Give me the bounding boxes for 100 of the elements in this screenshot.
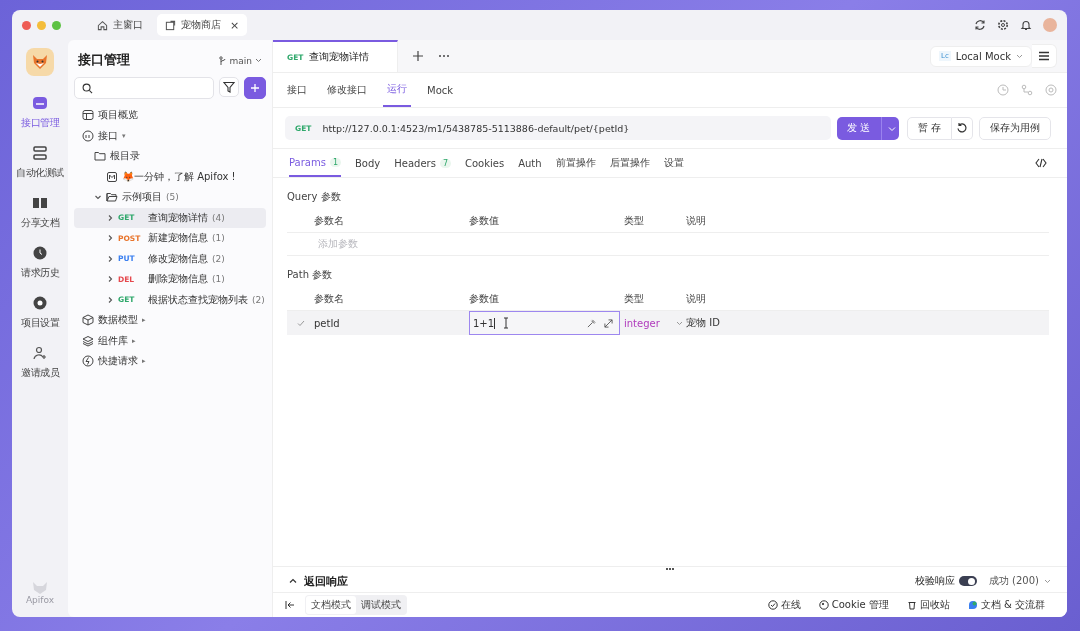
home-icon: [97, 19, 108, 31]
tree-item[interactable]: 示例项目 (5): [74, 187, 266, 208]
tab[interactable]: Mock: [423, 73, 458, 107]
column-header: 说明: [686, 214, 707, 228]
add-button[interactable]: [244, 77, 266, 99]
menu-icon: [1038, 51, 1050, 61]
table-cell-text: petId: [314, 317, 341, 329]
text-cursor-icon: [503, 317, 510, 329]
type-selector[interactable]: integer: [624, 317, 686, 329]
tree-item[interactable]: 项目概览: [74, 105, 266, 126]
search-icon: [82, 82, 93, 94]
status-link[interactable]: 回收站: [906, 598, 950, 612]
chevron-icon[interactable]: [106, 254, 114, 263]
tree-item[interactable]: 根目录: [74, 146, 266, 167]
tab[interactable]: Params 1: [289, 149, 341, 177]
filter-button[interactable]: [219, 77, 239, 97]
table-cell-text: 宠物 ID: [686, 316, 721, 330]
settings-icon: [32, 295, 48, 311]
plus-icon[interactable]: [412, 50, 425, 62]
cookie-icon: [818, 600, 829, 610]
settings-icon[interactable]: [997, 19, 1009, 31]
reset-button[interactable]: [952, 116, 973, 140]
tab[interactable]: Body: [355, 149, 381, 177]
chevron-icon[interactable]: [106, 275, 114, 284]
status-link[interactable]: 在线: [767, 598, 801, 612]
plus-icon: [250, 83, 260, 93]
chevron-icon[interactable]: [106, 234, 114, 243]
status-link[interactable]: Cookie 管理: [818, 598, 889, 612]
send-button[interactable]: 发 送: [836, 116, 881, 140]
rail-item[interactable]: 项目设置: [21, 295, 59, 330]
add-user-icon: [32, 345, 48, 361]
check-circle-icon: [767, 600, 778, 610]
chat-icon: [967, 600, 978, 610]
stack-icon: [32, 145, 48, 161]
column-header: 说明: [686, 292, 707, 306]
status-selector[interactable]: 成功 (200): [988, 574, 1051, 588]
chevron-down-icon: [675, 320, 683, 326]
chevron-icon[interactable]: [94, 193, 102, 202]
status-link[interactable]: 文档 & 交流群: [967, 598, 1045, 612]
undo-icon: [956, 122, 968, 134]
chevron-down-icon: [255, 58, 262, 63]
window-icon: [165, 19, 176, 31]
column-header: 参数值: [469, 214, 500, 228]
tab[interactable]: 接口: [283, 73, 311, 107]
rail-item[interactable]: 请求历史: [21, 245, 59, 280]
menu-button[interactable]: [1032, 44, 1057, 68]
api-icon: [82, 129, 94, 142]
close-icon[interactable]: ×: [230, 18, 240, 32]
checkbox[interactable]: [296, 319, 305, 327]
chevron-up-icon: [289, 578, 297, 584]
tab[interactable]: 前置操作: [555, 149, 596, 177]
mode-tab[interactable]: 调试模式: [356, 596, 406, 614]
rail-item[interactable]: 自动化测试: [16, 145, 64, 180]
tab[interactable]: 修改接口: [323, 73, 371, 107]
search-field[interactable]: [74, 77, 214, 99]
column-header: 类型: [624, 292, 645, 306]
value-field[interactable]: 1+1: [469, 311, 620, 335]
expand-icon[interactable]: [604, 318, 613, 328]
tab[interactable]: 运行: [383, 73, 411, 107]
save-button[interactable]: 暂 存: [906, 116, 952, 140]
magic-wand-icon[interactable]: [587, 318, 596, 328]
close-light[interactable]: [22, 20, 31, 30]
save-as-case-button[interactable]: 保存为用例: [979, 116, 1051, 140]
branch-selector[interactable]: main: [218, 55, 262, 66]
tab[interactable]: Cookies: [464, 149, 505, 177]
collapse-icon[interactable]: [285, 600, 295, 610]
more-icon[interactable]: [438, 54, 451, 58]
cube-icon: [82, 314, 94, 327]
mode-tab[interactable]: 文档模式: [306, 596, 356, 614]
filter-icon: [223, 81, 235, 93]
tab[interactable]: Auth: [518, 149, 542, 177]
resize-handle[interactable]: [666, 567, 674, 570]
section-title: Path 参数: [287, 268, 334, 282]
bell-icon[interactable]: [1020, 19, 1032, 31]
collapse-toggle[interactable]: 返回响应: [289, 573, 348, 589]
api-icon: [32, 95, 48, 111]
lightning-icon: [82, 355, 94, 368]
open-folder-icon: [106, 191, 118, 204]
chevron-icon[interactable]: [106, 295, 114, 304]
chevron-down-icon: [887, 125, 896, 132]
window-tab[interactable]: 主窗口: [89, 14, 151, 36]
rail-item[interactable]: 邀请成员: [21, 345, 59, 380]
column-header: 参数名: [314, 214, 345, 228]
column-header: 参数名: [314, 292, 345, 306]
tree-item[interactable]: 🦊一分钟，了解 Apifox !: [74, 166, 266, 187]
rail-item[interactable]: 接口管理: [21, 95, 59, 130]
toggle-switch[interactable]: [958, 576, 977, 586]
chevron-down-icon: [1044, 578, 1051, 584]
brand-name: Apifox: [25, 595, 55, 605]
code-icon[interactable]: [1035, 158, 1047, 168]
tab[interactable]: 后置操作: [609, 149, 650, 177]
chevron-icon[interactable]: [106, 213, 114, 222]
overview-icon: [82, 109, 94, 122]
refresh-icon[interactable]: [974, 19, 986, 31]
rail-item[interactable]: 分享文档: [21, 195, 59, 230]
fox-silhouette-icon: [32, 581, 48, 595]
window-tab[interactable]: 宠物商店 ×: [157, 14, 248, 36]
trash-icon: [906, 600, 917, 610]
tab[interactable]: 设置: [663, 149, 684, 177]
tab[interactable]: Headers 7: [394, 149, 451, 177]
